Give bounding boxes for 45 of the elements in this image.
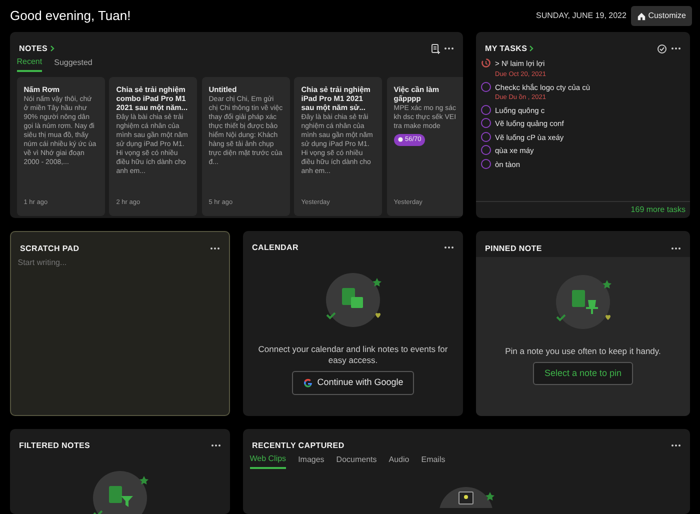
task-checkbox[interactable] bbox=[480, 132, 490, 142]
panel-title: CALENDAR bbox=[252, 242, 298, 254]
overdue-icon[interactable] bbox=[480, 58, 490, 68]
panel-title: SCRATCH PAD bbox=[20, 242, 80, 254]
more-icon[interactable] bbox=[671, 247, 681, 250]
more-icon[interactable] bbox=[444, 246, 454, 249]
capture-tab[interactable]: Audio bbox=[388, 453, 410, 469]
more-icon[interactable] bbox=[444, 47, 454, 50]
task-checkbox[interactable] bbox=[480, 82, 490, 92]
notes-tab[interactable]: Recent bbox=[16, 56, 42, 72]
scratch-pad-field[interactable]: Start writing... bbox=[13, 256, 214, 270]
add-task-icon[interactable] bbox=[656, 44, 666, 54]
chevron-icon[interactable] bbox=[50, 45, 55, 52]
task-checkbox[interactable] bbox=[480, 104, 490, 115]
continue-with-google-button[interactable]: Continue with Google bbox=[292, 371, 414, 395]
task-checkbox[interactable] bbox=[480, 145, 490, 156]
date-label: SUNDAY, JUNE 19, 2022 bbox=[536, 10, 626, 22]
task-checkbox[interactable] bbox=[480, 118, 490, 128]
more-icon[interactable] bbox=[671, 444, 681, 447]
progress-icon bbox=[398, 137, 403, 142]
google-icon bbox=[302, 378, 313, 388]
capture-tab[interactable]: Web Clips bbox=[250, 453, 286, 469]
capture-tab[interactable]: Images bbox=[298, 453, 324, 469]
more-icon[interactable] bbox=[671, 47, 681, 50]
pinned-note-message: Pin a note you use often to keep it handy. bbox=[504, 346, 662, 358]
notes-tab[interactable]: Suggested bbox=[54, 56, 92, 72]
more-icon[interactable] bbox=[210, 247, 220, 250]
chevron-icon[interactable] bbox=[529, 45, 534, 52]
select-note-button[interactable]: Select a note to pin bbox=[533, 362, 633, 386]
capture-tab[interactable]: Emails bbox=[421, 453, 446, 469]
panel-title: NOTES bbox=[19, 42, 48, 54]
panel-title: PINNED NOTE bbox=[485, 242, 542, 254]
task-checkbox[interactable] bbox=[480, 158, 490, 169]
panel-title: RECENTLY CAPTURED bbox=[252, 440, 344, 452]
home-icon bbox=[636, 12, 646, 20]
more-tasks-link[interactable]: 169 more tasks bbox=[630, 204, 686, 214]
greeting: Good evening, Tuan! bbox=[10, 7, 131, 26]
customize-button[interactable]: Customize bbox=[630, 6, 692, 26]
panel-title: MY TASKS bbox=[485, 42, 528, 54]
capture-tab[interactable]: Documents bbox=[336, 453, 377, 469]
new-note-icon[interactable] bbox=[430, 44, 440, 54]
panel-title: FILTERED NOTES bbox=[19, 440, 90, 452]
capture-illustration-drawing bbox=[438, 486, 496, 508]
calendar-message: Connect your calendar and link notes to events for easy access. bbox=[257, 344, 449, 367]
more-icon[interactable] bbox=[211, 444, 221, 447]
